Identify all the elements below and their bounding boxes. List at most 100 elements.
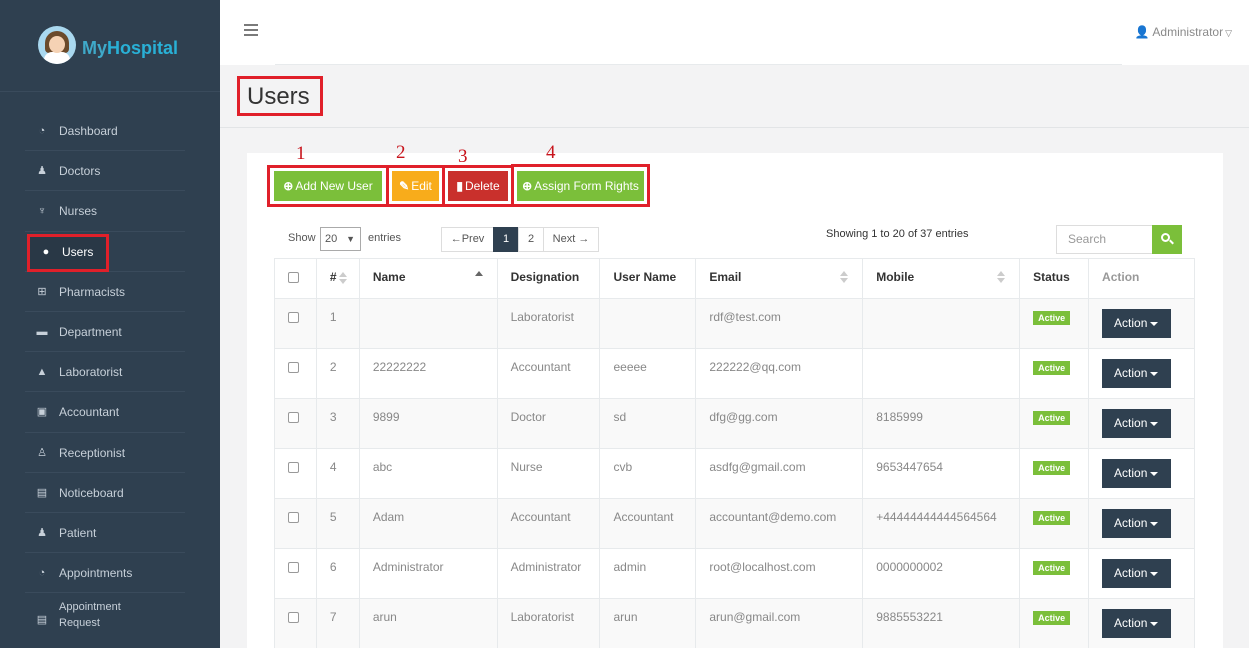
add-new-user-button[interactable]: ⊕ Add New User bbox=[274, 171, 382, 201]
row-checkbox[interactable] bbox=[288, 562, 299, 573]
search-button[interactable] bbox=[1152, 225, 1182, 254]
cell-username: arun bbox=[599, 598, 697, 648]
sort-icon bbox=[997, 271, 1006, 283]
sidebar-item-doctors[interactable]: ♟ Doctors bbox=[25, 151, 185, 192]
cell-designation: Nurse bbox=[496, 448, 601, 499]
action-dropdown-button[interactable]: Action bbox=[1102, 309, 1172, 338]
sidebar-item-nurses[interactable]: ♆ Nurses bbox=[25, 191, 185, 232]
sidebar-item-pharmacists[interactable]: ⊞ Pharmacists bbox=[25, 272, 185, 312]
users-table: # Name Designation User Name Email Mobil… bbox=[274, 258, 1195, 648]
table-info: Showing 1 to 20 of 37 entries bbox=[826, 228, 969, 240]
cell-name: Administrator bbox=[358, 548, 498, 599]
assign-form-rights-button[interactable]: ⊕ Assign Form Rights bbox=[517, 171, 644, 201]
sidebar-item-dashboard[interactable]: ◔ Dashboard bbox=[25, 111, 185, 152]
plus-square-icon: ⊞ bbox=[37, 285, 47, 298]
highlight-box: Users bbox=[237, 76, 323, 116]
sidebar-item-users[interactable]: ● Users bbox=[25, 232, 185, 272]
table-row[interactable]: 7 arun Laboratorist arun arun@gmail.com … bbox=[274, 598, 1195, 648]
dashboard-icon: ◔ bbox=[38, 567, 46, 580]
annotation-number: 1 bbox=[296, 143, 306, 164]
sidebar-item-accountant[interactable]: ▣ Accountant bbox=[25, 392, 185, 433]
action-dropdown-button[interactable]: Action bbox=[1102, 359, 1172, 388]
row-checkbox[interactable] bbox=[288, 462, 299, 473]
cell-number: 1 bbox=[315, 298, 360, 349]
table-row[interactable]: 4 abc Nurse cvb asdfg@gmail.com 96534476… bbox=[274, 448, 1195, 499]
select-all-checkbox[interactable] bbox=[288, 272, 299, 283]
action-dropdown-button[interactable]: Action bbox=[1102, 609, 1172, 638]
page-size-select[interactable]: 20 ▼ bbox=[320, 227, 361, 251]
annotation-number: 2 bbox=[396, 142, 406, 163]
cell-email: 222222@qq.com bbox=[695, 348, 864, 399]
page-2-button[interactable]: 2 bbox=[518, 227, 544, 252]
status-badge: Active bbox=[1033, 411, 1071, 425]
top-bar: 👤 Administrator ▽ bbox=[220, 0, 1249, 65]
status-badge: Active bbox=[1033, 461, 1071, 475]
money-icon: ▣ bbox=[36, 406, 48, 419]
user-icon: ● bbox=[42, 245, 50, 258]
status-badge: Active bbox=[1033, 561, 1071, 575]
action-dropdown-button[interactable]: Action bbox=[1102, 559, 1172, 588]
sidebar-item-patient[interactable]: ♟ Patient bbox=[25, 513, 185, 554]
status-badge: Active bbox=[1033, 511, 1071, 525]
next-page-button[interactable]: Next → bbox=[543, 227, 599, 252]
caret-down-icon bbox=[1150, 471, 1159, 476]
cell-mobile: +44444444444564564 bbox=[862, 498, 1021, 549]
row-checkbox[interactable] bbox=[288, 362, 299, 373]
edit-button[interactable]: ✎ Edit bbox=[392, 171, 439, 201]
row-checkbox[interactable] bbox=[288, 512, 299, 523]
sidebar-item-appointment-request[interactable]: ▤ Appointment Request bbox=[25, 593, 185, 633]
briefcase-icon: ▬ bbox=[36, 325, 48, 338]
column-status[interactable]: Status bbox=[1019, 258, 1090, 299]
cell-username: eeeee bbox=[599, 348, 697, 399]
sort-icon bbox=[338, 272, 347, 284]
column-email[interactable]: Email bbox=[695, 258, 864, 299]
column-number[interactable]: # bbox=[315, 258, 360, 299]
cell-mobile: 8185999 bbox=[862, 398, 1021, 449]
sidebar-item-label: Appointment Request bbox=[59, 601, 121, 630]
table-row[interactable]: 2 22222222 Accountant eeeee 222222@qq.co… bbox=[274, 348, 1195, 399]
action-dropdown-button[interactable]: Action bbox=[1102, 509, 1172, 538]
cell-number: 5 bbox=[315, 498, 360, 549]
delete-button[interactable]: ▮ Delete bbox=[448, 171, 508, 201]
user-menu[interactable]: 👤 Administrator ▽ bbox=[1135, 25, 1232, 39]
row-checkbox[interactable] bbox=[288, 312, 299, 323]
brand[interactable]: MyHospital bbox=[0, 0, 220, 92]
cell-number: 7 bbox=[315, 598, 360, 648]
sidebar-item-noticeboard[interactable]: ▤ Noticeboard bbox=[25, 473, 185, 513]
trash-icon: ▮ bbox=[456, 179, 463, 193]
column-name[interactable]: Name bbox=[358, 258, 498, 299]
search-input[interactable]: Search bbox=[1056, 225, 1153, 254]
list-alt-icon: ▤ bbox=[36, 614, 48, 627]
sidebar-item-receptionist[interactable]: ♙ Receptionist bbox=[25, 433, 185, 473]
prev-page-button[interactable]: ←Prev bbox=[441, 227, 494, 252]
action-dropdown-button[interactable]: Action bbox=[1102, 459, 1172, 488]
hamburger-menu-icon[interactable] bbox=[244, 24, 258, 36]
user-icon: 👤 bbox=[1134, 25, 1150, 39]
cell-mobile: 9885553221 bbox=[862, 598, 1021, 648]
cell-email: arun@gmail.com bbox=[695, 598, 864, 648]
column-designation[interactable]: Designation bbox=[496, 258, 601, 299]
cell-email: dfg@gg.com bbox=[695, 398, 864, 449]
table-row[interactable]: 3 9899 Doctor sd dfg@gg.com 8185999 Acti… bbox=[274, 398, 1195, 449]
column-username[interactable]: User Name bbox=[599, 258, 697, 299]
page-1-button[interactable]: 1 bbox=[493, 227, 519, 252]
cell-name: abc bbox=[358, 448, 498, 499]
row-checkbox[interactable] bbox=[288, 612, 299, 623]
row-checkbox[interactable] bbox=[288, 412, 299, 423]
table-row[interactable]: 1 Laboratorist rdf@test.com Active Actio… bbox=[274, 298, 1195, 349]
action-dropdown-button[interactable]: Action bbox=[1102, 409, 1172, 438]
file-icon: ▤ bbox=[36, 486, 48, 499]
sidebar-item-laboratorist[interactable]: ▲ Laboratorist bbox=[25, 352, 185, 393]
male-icon: ♟ bbox=[37, 526, 47, 539]
sidebar-item-department[interactable]: ▬ Department bbox=[25, 312, 185, 353]
sidebar-item-appointments[interactable]: ◔ Appointments bbox=[25, 553, 185, 594]
caret-down-icon bbox=[1150, 621, 1159, 626]
status-badge: Active bbox=[1033, 611, 1071, 625]
cell-designation: Laboratorist bbox=[496, 598, 601, 648]
table-row[interactable]: 5 Adam Accountant Accountant accountant@… bbox=[274, 498, 1195, 549]
plus-circle-icon: ⊕ bbox=[283, 179, 294, 193]
column-mobile[interactable]: Mobile bbox=[862, 258, 1021, 299]
user-md-icon: ♟ bbox=[37, 165, 47, 178]
table-row[interactable]: 6 Administrator Administrator admin root… bbox=[274, 548, 1195, 599]
column-action: Action bbox=[1088, 258, 1195, 299]
